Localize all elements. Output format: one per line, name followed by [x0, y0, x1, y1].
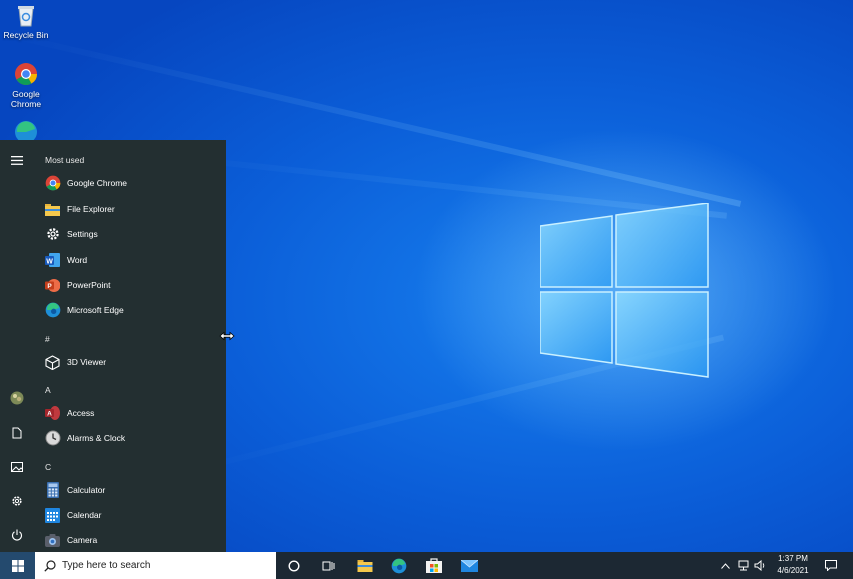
start-button[interactable]	[0, 552, 35, 579]
task-view-icon	[322, 561, 335, 570]
resize-cursor-icon	[219, 331, 235, 341]
app-item-settings[interactable]: Settings	[44, 222, 222, 246]
desktop-icon-label: Recycle Bin	[3, 30, 49, 40]
section-header-most-used: Most used	[45, 155, 85, 165]
recycle-bin-icon	[18, 6, 34, 27]
pictures-icon	[11, 462, 23, 472]
network-icon	[738, 560, 748, 571]
task-view-button[interactable]	[314, 552, 342, 579]
folder-icon	[44, 201, 61, 218]
app-label: 3D Viewer	[67, 357, 107, 367]
desktop-icon-recycle-bin[interactable]: Recycle Bin	[0, 3, 52, 40]
network-button[interactable]	[735, 552, 751, 579]
account-button[interactable]	[0, 383, 34, 413]
app-item-calculator[interactable]: Calculator	[44, 478, 222, 502]
clock-date: 4/6/2021	[777, 566, 809, 575]
app-item-google-chrome[interactable]: Google Chrome	[44, 171, 222, 195]
chrome-icon	[44, 175, 61, 192]
word-icon: W	[44, 252, 61, 269]
search-icon	[44, 559, 56, 572]
store-icon	[426, 558, 442, 573]
clock[interactable]: 1:37 PM 4/6/2021	[770, 553, 816, 577]
action-center-button[interactable]	[818, 552, 844, 579]
app-label: File Explorer	[67, 204, 115, 214]
file-explorer-icon	[357, 560, 373, 572]
taskbar-file-explorer[interactable]	[350, 552, 380, 579]
app-label: Settings	[67, 229, 98, 239]
chevron-up-icon	[720, 562, 730, 569]
svg-text:P: P	[47, 283, 52, 290]
powerpoint-icon: P	[44, 277, 61, 294]
search-placeholder: Type here to search	[62, 560, 151, 571]
windows-logo	[540, 203, 709, 378]
calendar-icon	[44, 507, 61, 524]
taskbar-mail[interactable]	[454, 552, 484, 579]
expand-menu-button[interactable]	[0, 145, 34, 175]
start-menu: Most used Google Chrome File Explorer Se…	[0, 140, 226, 552]
volume-button[interactable]	[752, 552, 768, 579]
clock-time: 1:37 PM	[778, 554, 808, 563]
section-header-a[interactable]: A	[45, 385, 51, 395]
pictures-button[interactable]	[0, 452, 34, 482]
edge-icon	[44, 302, 61, 319]
windows-start-icon	[11, 559, 24, 572]
start-rail	[0, 140, 34, 552]
edge-icon	[15, 121, 37, 142]
app-label: Access	[67, 408, 95, 418]
app-label: Google Chrome	[67, 178, 128, 188]
camera-icon	[44, 532, 61, 549]
access-icon: A	[44, 405, 61, 422]
app-item-calendar[interactable]: Calendar	[44, 503, 222, 527]
power-icon	[12, 529, 22, 541]
app-label: Calendar	[67, 510, 102, 520]
show-hidden-icons-button[interactable]	[717, 552, 733, 579]
cube-icon	[44, 354, 61, 371]
app-label: Word	[67, 255, 88, 265]
gear-icon	[44, 226, 61, 243]
app-label: Camera	[67, 535, 98, 545]
app-label: PowerPoint	[67, 280, 111, 290]
app-label: Microsoft Edge	[67, 305, 124, 315]
hamburger-icon	[11, 155, 23, 165]
cortana-button[interactable]	[280, 552, 308, 579]
app-item-word[interactable]: W Word	[44, 248, 222, 272]
app-item-access[interactable]: A Access	[44, 401, 222, 425]
app-item-microsoft-edge[interactable]: Microsoft Edge	[44, 298, 222, 322]
taskbar-store[interactable]	[419, 552, 449, 579]
app-item-camera[interactable]: Camera	[44, 528, 222, 552]
svg-text:W: W	[46, 259, 53, 266]
app-item-powerpoint[interactable]: P PowerPoint	[44, 273, 222, 297]
calculator-icon	[44, 482, 61, 499]
speaker-icon	[754, 560, 764, 571]
section-header-c[interactable]: C	[45, 462, 51, 472]
app-label: Calculator	[67, 485, 106, 495]
power-button[interactable]	[0, 520, 34, 550]
cortana-icon	[288, 559, 300, 572]
mail-icon	[460, 559, 478, 572]
avatar	[10, 391, 24, 405]
documents-button[interactable]	[0, 418, 34, 448]
app-label: Alarms & Clock	[67, 433, 126, 443]
svg-text:A: A	[47, 411, 52, 418]
app-item-file-explorer[interactable]: File Explorer	[44, 197, 222, 221]
settings-button[interactable]	[0, 486, 34, 516]
chrome-icon	[15, 63, 37, 85]
app-item-alarms-clock[interactable]: Alarms & Clock	[44, 426, 222, 450]
search-box[interactable]: Type here to search	[35, 552, 276, 579]
desktop-icon-label: Google Chrome	[10, 89, 42, 109]
gear-icon	[12, 496, 22, 506]
edge-icon	[391, 558, 407, 573]
section-header-hash[interactable]: #	[45, 334, 50, 344]
notifications-icon	[825, 560, 837, 571]
taskbar-edge[interactable]	[384, 552, 414, 579]
app-item-3d-viewer[interactable]: 3D Viewer	[44, 350, 222, 374]
clock-icon	[44, 430, 61, 447]
desktop-icon-chrome[interactable]: Google Chrome	[0, 62, 52, 109]
document-icon	[12, 427, 22, 439]
